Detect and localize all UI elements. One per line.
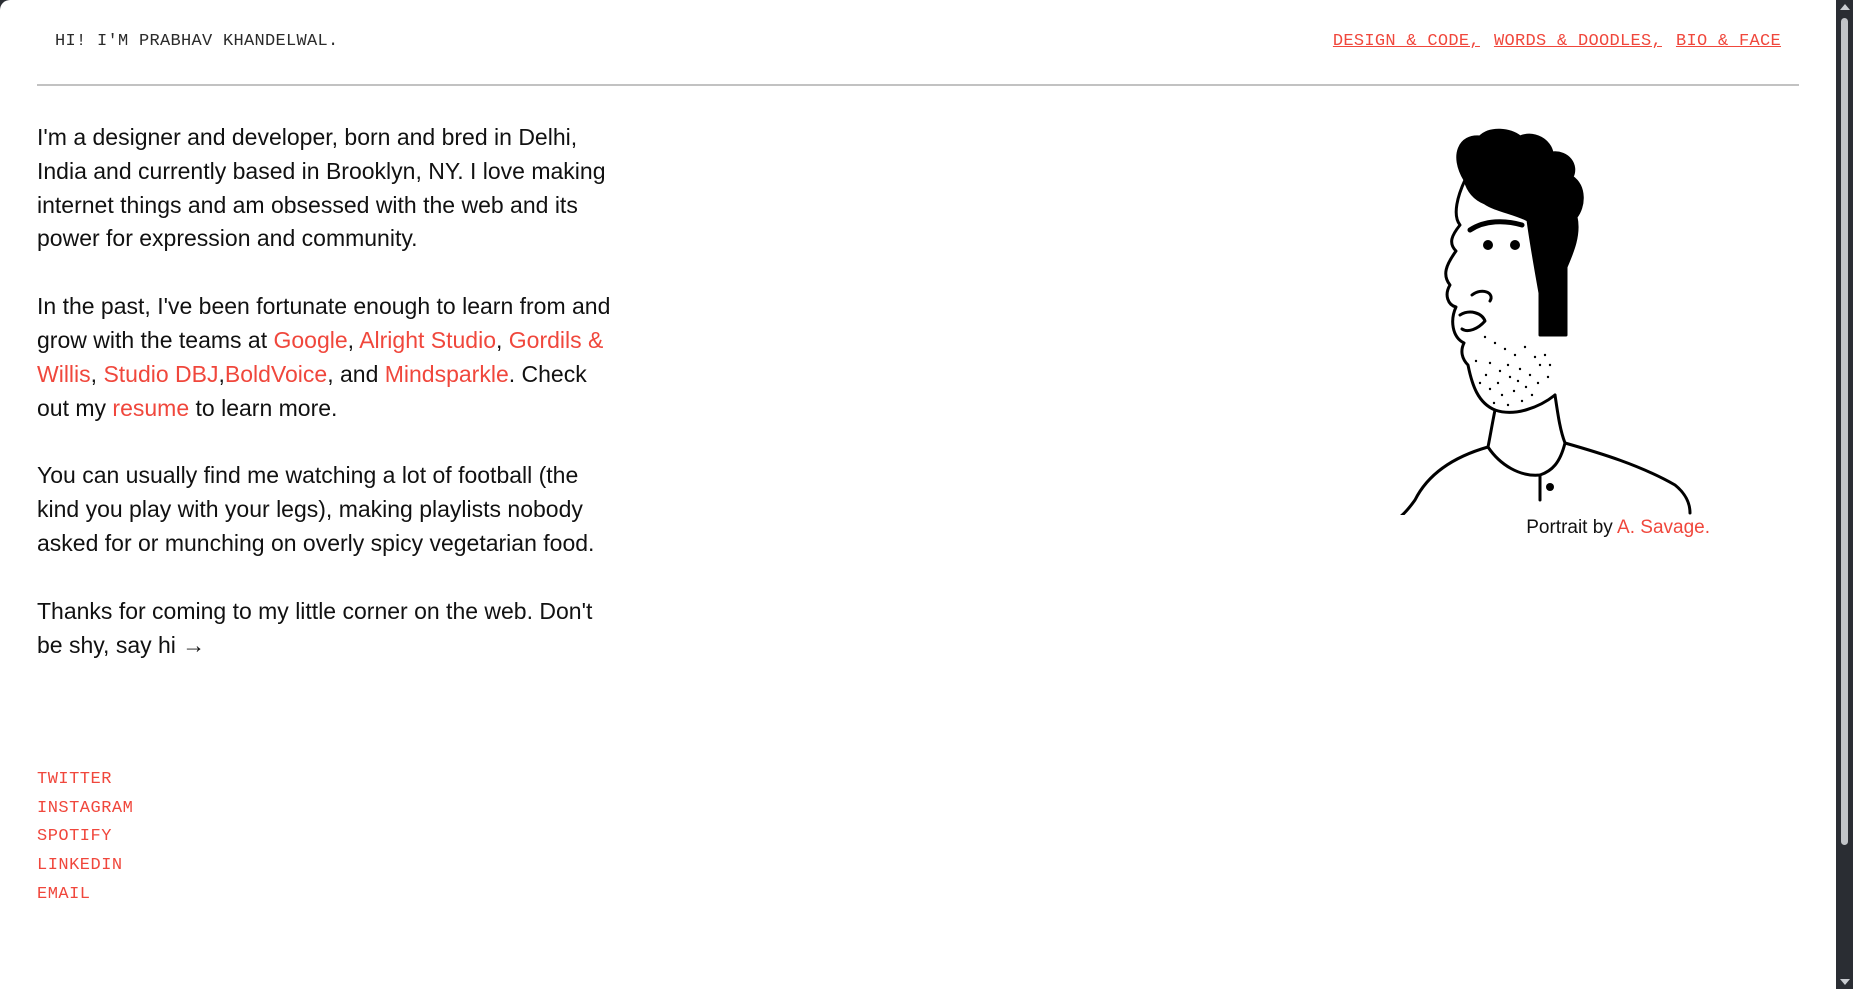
social-link-email[interactable]: EMAIL	[37, 881, 133, 910]
portrait-illustration	[1400, 128, 1692, 515]
bio-paragraph-intro: I'm a designer and developer, born and b…	[37, 124, 606, 252]
nav-link-design-code[interactable]: DESIGN & CODE,	[1333, 32, 1480, 51]
link-alright-studio[interactable]: Alright Studio	[359, 327, 496, 353]
bio-paragraph-experience: In the past, I've been fortunate enough …	[37, 290, 617, 425]
scroll-down-arrow-icon[interactable]	[1840, 979, 1850, 985]
page: HI! I'M PRABHAV KHANDELWAL. DESIGN & COD…	[0, 0, 1836, 989]
scroll-up-arrow-icon[interactable]	[1840, 4, 1850, 10]
bio-text: to learn more.	[189, 394, 338, 421]
nav-link-bio-face[interactable]: BIO & FACE	[1676, 32, 1781, 51]
bio-text: ,	[347, 326, 360, 353]
bio-paragraph-hobbies: You can usually find me watching a lot o…	[37, 462, 595, 556]
link-resume[interactable]: resume	[112, 395, 189, 421]
main-nav: DESIGN & CODE, WORDS & DOODLES, BIO & FACE	[1319, 32, 1781, 51]
site-title: HI! I'M PRABHAV KHANDELWAL.	[55, 32, 339, 51]
bio-paragraph-closing: Thanks for coming to my little corner on…	[37, 597, 593, 658]
portrait-caption-text: Portrait by	[1526, 517, 1618, 538]
bio-text: ,	[496, 326, 509, 353]
scrollbar-thumb[interactable]	[1841, 18, 1848, 845]
social-link-instagram[interactable]: INSTAGRAM	[37, 795, 133, 824]
bio-text: , and	[327, 360, 385, 387]
nav-link-words-doodles[interactable]: WORDS & DOODLES,	[1494, 32, 1662, 51]
social-link-linkedin[interactable]: LINKEDIN	[37, 852, 133, 881]
social-links: TWITTER INSTAGRAM SPOTIFY LINKEDIN EMAIL	[37, 766, 133, 910]
portrait-caption: Portrait by A. Savage.	[1526, 517, 1710, 539]
link-studio-dbj[interactable]: Studio DBJ	[103, 361, 218, 387]
site-header: HI! I'M PRABHAV KHANDELWAL. DESIGN & COD…	[37, 0, 1799, 86]
link-boldvoice[interactable]: BoldVoice	[225, 361, 327, 387]
portrait-artist-link[interactable]: A. Savage.	[1617, 517, 1710, 538]
link-mindsparkle[interactable]: Mindsparkle	[385, 361, 509, 387]
vertical-scrollbar[interactable]	[1836, 0, 1853, 989]
bio-text: ,	[90, 360, 104, 387]
social-link-twitter[interactable]: TWITTER	[37, 766, 133, 795]
bio-section: I'm a designer and developer, born and b…	[37, 121, 617, 696]
link-google[interactable]: Google	[274, 327, 348, 353]
social-link-spotify[interactable]: SPOTIFY	[37, 823, 133, 852]
